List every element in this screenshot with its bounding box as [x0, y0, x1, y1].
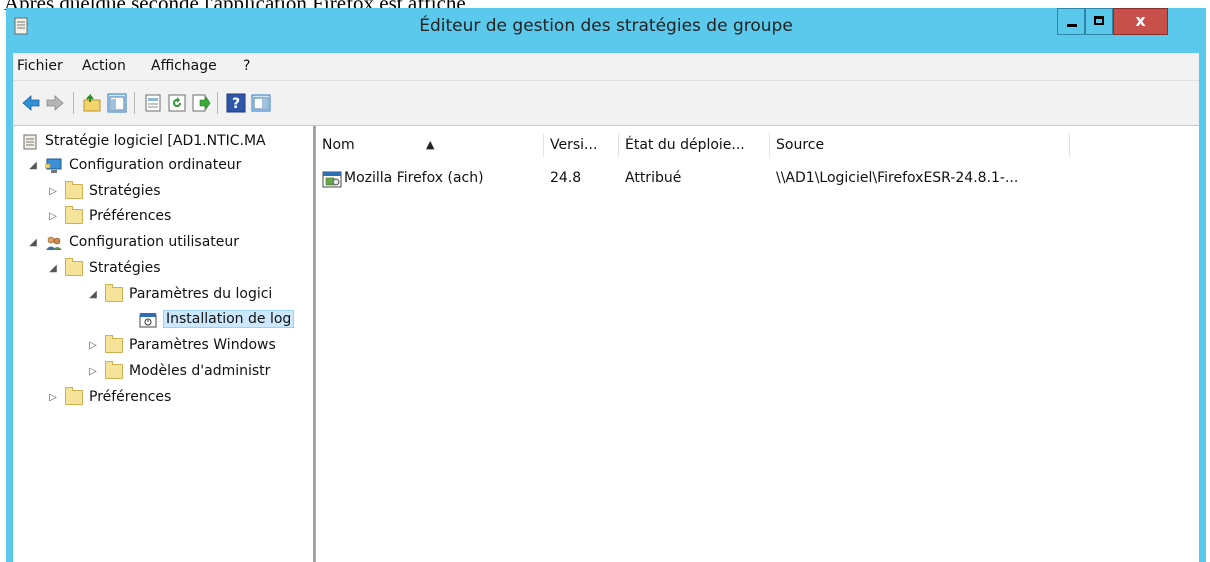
- expand-arrow-icon[interactable]: ▷: [47, 186, 59, 197]
- cell-version: 24.8: [550, 170, 582, 186]
- tree-label: Préférences: [89, 389, 172, 405]
- tree-label: Stratégie logiciel [AD1.NTIC.MA: [45, 133, 266, 149]
- console-tree: Stratégie logiciel [AD1.NTIC.MA ◢ Config…: [13, 126, 315, 562]
- tree-label: Modèles d'administr: [129, 363, 271, 379]
- close-icon: x: [1135, 11, 1146, 30]
- toolbar-separator: [217, 92, 218, 114]
- refresh-icon[interactable]: [167, 93, 187, 113]
- window-title: Éditeur de gestion des stratégies de gro…: [419, 16, 793, 36]
- sort-ascending-icon: ▲: [426, 138, 435, 151]
- cell-name: Mozilla Firefox (ach): [344, 170, 484, 186]
- cell-source: \\AD1\Logiciel\FirefoxESR-24.8.1-...: [776, 170, 1019, 186]
- folder-icon: [105, 335, 123, 354]
- properties-icon[interactable]: [143, 93, 163, 113]
- collapse-arrow-icon[interactable]: ◢: [27, 160, 39, 171]
- maximize-icon: [1094, 16, 1104, 25]
- policy-scroll-icon: [23, 134, 37, 150]
- software-install-icon: [139, 313, 157, 328]
- close-button[interactable]: x: [1113, 8, 1168, 35]
- column-label: Versi...: [550, 137, 598, 153]
- menu-bar: Fichier Action Affichage ?: [13, 53, 1199, 81]
- title-bar[interactable]: Éditeur de gestion des stratégies de gro…: [6, 8, 1206, 45]
- gpo-editor-window: Éditeur de gestion des stratégies de gro…: [6, 8, 1206, 562]
- column-header-version[interactable]: Versi...: [544, 133, 619, 157]
- expand-arrow-icon[interactable]: ▷: [47, 211, 59, 222]
- help-icon[interactable]: ?: [226, 93, 246, 113]
- toolbar-separator: [134, 92, 135, 114]
- svg-text:?: ?: [232, 96, 240, 112]
- show-hide-action-pane-icon[interactable]: [251, 93, 271, 113]
- column-header-source[interactable]: Source: [770, 133, 1070, 157]
- menu-action[interactable]: Action: [82, 58, 126, 74]
- expand-arrow-icon[interactable]: ▷: [87, 340, 99, 351]
- column-header-name[interactable]: Nom ▲: [316, 133, 544, 157]
- tree-label: Stratégies: [89, 183, 161, 199]
- forward-arrow-icon[interactable]: [45, 93, 65, 113]
- column-label: État du déploie...: [625, 137, 745, 153]
- menu-affichage[interactable]: Affichage: [151, 58, 217, 74]
- folder-icon: [65, 258, 83, 277]
- maximize-button[interactable]: [1085, 8, 1113, 35]
- tree-label: Installation de log: [163, 310, 295, 328]
- folder-icon: [65, 206, 83, 225]
- tree-label: Configuration utilisateur: [69, 234, 240, 250]
- msi-package-icon: [322, 171, 342, 188]
- toolbar-separator: [73, 92, 74, 114]
- expand-arrow-icon[interactable]: ▷: [47, 392, 59, 403]
- computer-icon: [45, 158, 62, 173]
- cell-deploy-state: Attribué: [625, 170, 682, 186]
- collapse-arrow-icon[interactable]: ◢: [47, 263, 59, 274]
- menu-help[interactable]: ?: [243, 58, 250, 74]
- minimize-button[interactable]: [1057, 8, 1085, 35]
- toolbar: ?: [13, 81, 1199, 126]
- folder-icon: [105, 361, 123, 380]
- users-icon: [46, 236, 62, 250]
- collapse-arrow-icon[interactable]: ◢: [87, 289, 99, 300]
- minimize-icon: [1067, 24, 1077, 27]
- tree-label: Configuration ordinateur: [69, 157, 242, 173]
- folder-icon: [105, 284, 123, 303]
- export-list-icon[interactable]: [191, 93, 211, 113]
- expand-arrow-icon[interactable]: ▷: [87, 366, 99, 377]
- show-hide-tree-icon[interactable]: [107, 93, 127, 113]
- tree-label: Paramètres Windows: [129, 337, 276, 353]
- back-arrow-icon[interactable]: [21, 93, 41, 113]
- folder-icon: [65, 181, 83, 200]
- tree-label: Préférences: [89, 208, 172, 224]
- folder-icon: [65, 387, 83, 406]
- tree-label: Paramètres du logici: [129, 286, 273, 302]
- column-header-deploy-state[interactable]: État du déploie...: [619, 133, 770, 157]
- column-label: Source: [776, 137, 825, 153]
- up-folder-icon[interactable]: [82, 93, 102, 113]
- collapse-arrow-icon[interactable]: ◢: [27, 237, 39, 248]
- menu-fichier[interactable]: Fichier: [17, 58, 63, 74]
- tree-label: Stratégies: [89, 260, 161, 276]
- column-label: Nom: [322, 137, 355, 153]
- details-list: Nom ▲ Versi... État du déploie... Source…: [316, 126, 1199, 562]
